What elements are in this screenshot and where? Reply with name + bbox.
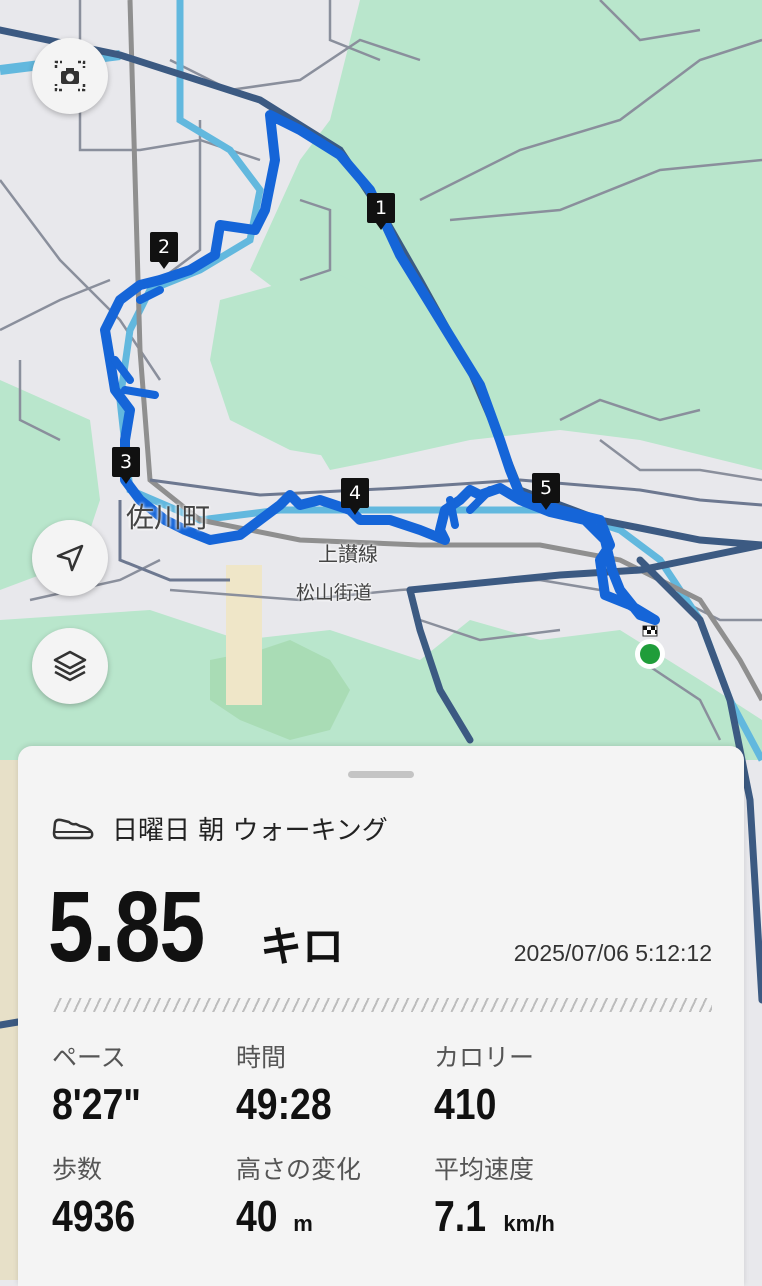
activity-title: 日曜日 朝 ウォーキング [112, 816, 388, 846]
stat-label: 歩数 [52, 1155, 103, 1184]
distance-unit: キロ [260, 922, 345, 971]
stat-label: 高さの変化 [236, 1155, 362, 1184]
layers-icon [53, 650, 87, 682]
stat-label: 時間 [236, 1043, 287, 1072]
stat-value: 40 [236, 1192, 278, 1241]
stat-duration: 時間 49:28 [236, 1038, 349, 1130]
stat-calories: カロリー 410 [434, 1038, 534, 1130]
stat-elevation: 高さの変化 40 m [236, 1150, 361, 1242]
map-label-town: 佐川町 [126, 501, 211, 534]
locate-button[interactable] [32, 520, 108, 596]
distance-value: 5.85 [48, 871, 205, 983]
stat-pace: ペース 8'27" [52, 1038, 157, 1130]
stat-steps: 歩数 4936 [52, 1150, 150, 1242]
sand-area [226, 565, 262, 705]
layers-button[interactable] [32, 628, 108, 704]
activity-header: 日曜日 朝 ウォーキング [52, 810, 388, 847]
stat-unit: m [293, 1211, 313, 1236]
stat-value: 4936 [52, 1192, 136, 1241]
stat-avg-speed: 平均速度 7.1 km/h [434, 1150, 555, 1242]
map-label-line: 上讃線 [318, 542, 378, 566]
stat-unit: km/h [503, 1211, 555, 1236]
screenshot-button[interactable] [32, 38, 108, 114]
finish-flag-icon [642, 625, 658, 637]
split-marker[interactable]: 1 [367, 193, 395, 230]
stat-label: カロリー [434, 1043, 535, 1072]
navigation-arrow-icon [56, 544, 84, 572]
split-marker[interactable]: 4 [341, 478, 369, 515]
sheet-drag-handle[interactable] [348, 771, 414, 778]
split-marker[interactable]: 2 [150, 232, 178, 269]
stat-label: ペース [52, 1043, 126, 1072]
stat-label: 平均速度 [434, 1155, 535, 1184]
activity-summary-sheet[interactable]: 日曜日 朝 ウォーキング 5.85 キロ 2025/07/06 5:12:12 … [18, 746, 744, 1286]
activity-datetime: 2025/07/06 5:12:12 [513, 940, 712, 966]
start-point [640, 644, 660, 664]
stat-value: 410 [434, 1080, 497, 1129]
map-label-road: 松山街道 [296, 582, 373, 604]
stat-value: 8'27" [52, 1080, 142, 1129]
divider [52, 998, 712, 1012]
distance-display: 5.85 キロ [48, 870, 344, 985]
major-road [0, 1018, 22, 1029]
stat-value: 7.1 [434, 1192, 486, 1241]
camera-screenshot-icon [54, 60, 86, 92]
split-marker[interactable]: 3 [112, 447, 140, 484]
shoe-icon [52, 818, 94, 839]
stat-value: 49:28 [236, 1080, 332, 1129]
split-marker[interactable]: 5 [532, 473, 560, 510]
